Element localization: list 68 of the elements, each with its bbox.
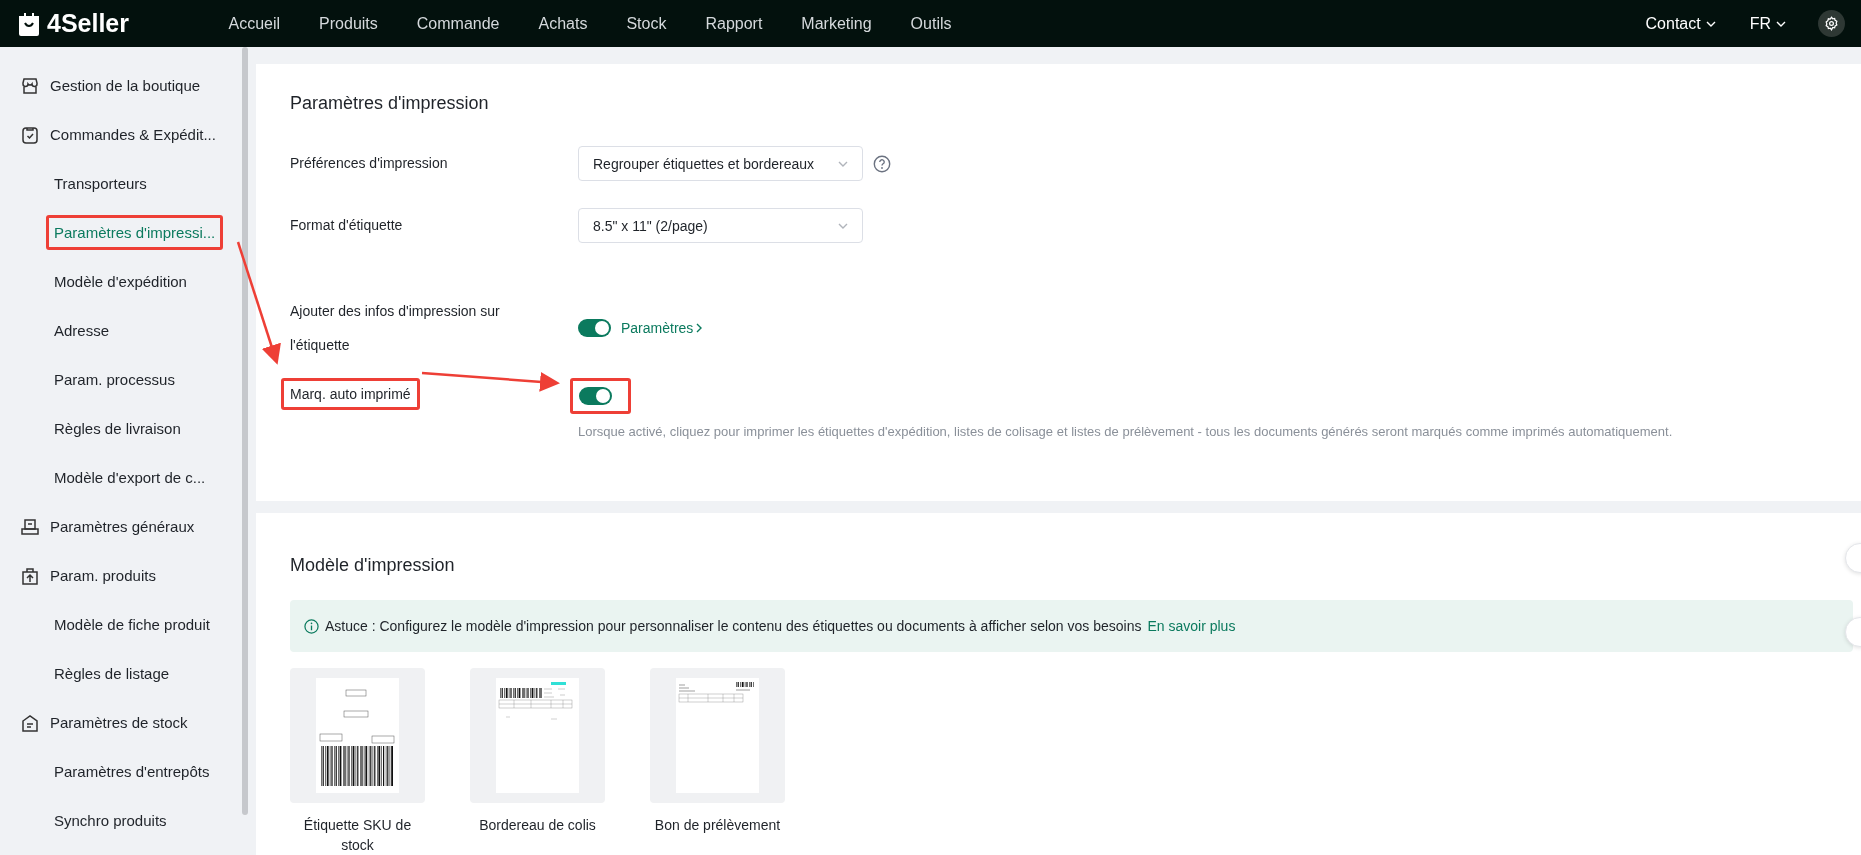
sidebar-item[interactable]: Synchro produits <box>46 803 175 838</box>
nav-link[interactable]: Accueil <box>209 14 300 33</box>
settings-button[interactable] <box>1818 10 1845 37</box>
sidebar-item[interactable]: Transporteurs <box>46 166 155 201</box>
nav-link[interactable]: Commande <box>397 14 519 33</box>
chevron-down-icon <box>838 222 848 229</box>
sidebar-item[interactable]: Param. processus <box>46 362 183 397</box>
sidebar-item[interactable]: Modèle d'expédition <box>46 264 195 299</box>
toggle-switch[interactable] <box>578 319 611 337</box>
store-icon <box>20 75 40 96</box>
nav-link[interactable]: Stock <box>606 14 686 33</box>
sidebar-item[interactable]: Paramètres d'entrepôts <box>46 754 218 789</box>
sidebar-group[interactable]: Commandes & Expédit... <box>0 110 254 159</box>
section-title: Paramètres d'impression <box>290 93 489 114</box>
template-caption: Bordereau de colis <box>479 816 596 835</box>
template-thumbnail[interactable] <box>650 668 785 803</box>
scrollbar[interactable] <box>242 47 248 815</box>
box-upload-icon <box>20 565 40 586</box>
sidebar-item[interactable]: Modèle de fiche produit <box>46 607 218 642</box>
nav-link[interactable]: Achats <box>519 14 607 33</box>
sidebar-item[interactable]: Adresse <box>46 313 118 348</box>
group-label: Paramètres de stock <box>50 714 188 731</box>
chevron-down-icon <box>1776 20 1786 27</box>
tip-text: Astuce : Configurez le modèle d'impression pour personnaliser le contenu des étiquettes ou documents à afficher selon vos besoins En savoir plus <box>325 618 1236 634</box>
sidebar-group[interactable]: Paramètres généraux <box>0 502 254 551</box>
chevron-down-icon <box>838 160 848 167</box>
select-field[interactable]: Regrouper étiquettes et bordereaux <box>578 146 863 181</box>
field-label: Préférences d'impression <box>290 154 448 173</box>
nav-link[interactable]: Produits <box>299 14 398 33</box>
field-label: Marq. auto imprimé <box>281 378 420 410</box>
clipboard-icon <box>20 124 40 145</box>
contact-menu[interactable]: Contact <box>1645 14 1716 33</box>
chevron-right-icon <box>696 323 703 333</box>
brand-name: 4Seller <box>47 9 129 38</box>
learn-more-link[interactable]: En savoir plus <box>1147 618 1236 634</box>
section-title: Modèle d'impression <box>290 555 455 576</box>
sidebar-item[interactable]: Paramètres d'impressi... <box>46 215 224 250</box>
field-label: Ajouter des infos d'impression sur l'étiquette <box>290 302 501 355</box>
chevron-down-icon <box>1705 20 1716 27</box>
logo-icon <box>17 11 41 36</box>
help-icon[interactable] <box>873 154 891 173</box>
group-label: Commandes & Expédit... <box>50 126 216 143</box>
toggle-switch[interactable] <box>579 387 612 405</box>
sidebar-group[interactable]: Paramètres de stock <box>0 698 254 747</box>
group-label: Param. produits <box>50 567 156 584</box>
language-menu[interactable]: FR <box>1749 14 1786 33</box>
printer-icon <box>20 516 40 537</box>
field-label: Format d'étiquette <box>290 216 403 235</box>
warehouse-icon <box>20 712 40 733</box>
nav-link[interactable]: Marketing <box>781 14 892 33</box>
settings-link[interactable]: Paramètres <box>621 320 703 336</box>
template-caption: Bon de prélèvement <box>654 816 781 835</box>
select-field[interactable]: 8.5" x 11" (2/page) <box>578 208 863 243</box>
nav-link[interactable]: Outils <box>891 14 971 33</box>
nav-link[interactable]: Rapport <box>685 14 782 33</box>
info-icon <box>304 618 319 634</box>
group-label: Gestion de la boutique <box>50 77 201 94</box>
template-thumbnail[interactable] <box>470 668 605 803</box>
template-caption: Étiquette SKU de stock <box>302 816 413 855</box>
sidebar-item[interactable]: Modèle d'export de c... <box>46 460 214 495</box>
sidebar-item[interactable]: Règles de listage <box>46 656 178 691</box>
group-label: Paramètres généraux <box>50 518 195 535</box>
field-description: Lorsque activé, cliquez pour imprimer les étiquettes d'expédition, listes de colisage et listes de prélèvement - tous les documents générés seront marqués comme imprimés automatiquement. <box>578 424 1673 439</box>
settings-icon <box>1824 16 1839 31</box>
sidebar-group[interactable]: Param. produits <box>0 551 254 600</box>
sidebar-item[interactable]: Règles de livraison <box>46 411 189 446</box>
template-thumbnail[interactable] <box>290 668 425 803</box>
sidebar-group[interactable]: Gestion de la boutique <box>0 61 254 110</box>
